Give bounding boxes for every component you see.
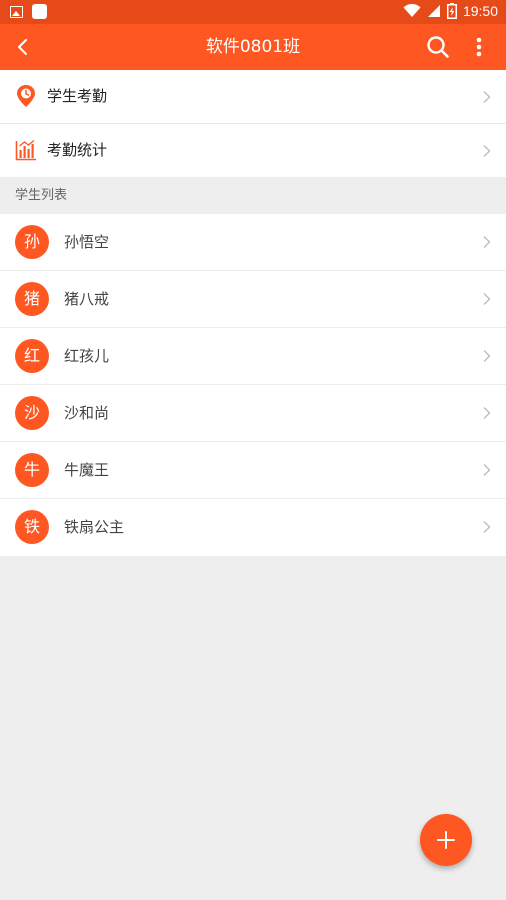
- search-button[interactable]: [426, 35, 450, 59]
- student-row[interactable]: 孙 孙悟空: [0, 214, 506, 271]
- menu-item-label: 考勤统计: [47, 141, 108, 159]
- menu-item-attendance[interactable]: 学生考勤: [0, 70, 506, 124]
- student-row[interactable]: 铁 铁扇公主: [0, 499, 506, 556]
- chevron-right-icon: [483, 464, 491, 476]
- student-list-header: 学生列表: [0, 178, 506, 214]
- status-bar: 19:50: [0, 0, 506, 24]
- status-notifications: [10, 4, 47, 19]
- student-row[interactable]: 牛 牛魔王: [0, 442, 506, 499]
- signal-icon: [427, 5, 440, 17]
- app-notification-icon: [32, 4, 47, 19]
- student-name: 红孩儿: [64, 347, 110, 365]
- avatar: 红: [15, 339, 49, 373]
- menu-item-label: 学生考勤: [47, 87, 108, 105]
- student-name: 沙和尚: [64, 404, 110, 422]
- more-vertical-icon: [476, 37, 482, 57]
- screen: 19:50 软件0801班 学生考勤 考勤统计 学生列表 孙 孙悟空 猪 猪八戒…: [0, 0, 506, 900]
- menu-section: 学生考勤 考勤统计: [0, 70, 506, 177]
- chevron-right-icon: [483, 91, 491, 103]
- menu-item-statistics[interactable]: 考勤统计: [0, 124, 506, 177]
- location-clock-icon: [17, 85, 35, 107]
- avatar: 牛: [15, 453, 49, 487]
- student-row[interactable]: 猪 猪八戒: [0, 271, 506, 328]
- battery-charging-icon: [446, 3, 457, 19]
- bar-chart-icon: [15, 139, 36, 161]
- chevron-right-icon: [483, 145, 491, 157]
- status-time: 19:50: [462, 3, 498, 19]
- add-student-button[interactable]: [420, 814, 472, 866]
- app-bar: 软件0801班: [0, 24, 506, 70]
- chevron-right-icon: [483, 407, 491, 419]
- chevron-right-icon: [483, 293, 491, 305]
- student-name: 牛魔王: [64, 461, 110, 479]
- search-icon: [427, 36, 449, 58]
- student-name: 铁扇公主: [64, 518, 125, 536]
- chevron-right-icon: [483, 521, 491, 533]
- avatar: 沙: [15, 396, 49, 430]
- student-list: 孙 孙悟空 猪 猪八戒 红 红孩儿 沙 沙和尚 牛 牛魔王 铁 铁扇公主: [0, 214, 506, 556]
- chevron-right-icon: [483, 236, 491, 248]
- more-options-button[interactable]: [468, 35, 490, 59]
- student-row[interactable]: 沙 沙和尚: [0, 385, 506, 442]
- avatar: 铁: [15, 510, 49, 544]
- student-name: 猪八戒: [64, 290, 110, 308]
- image-notification-icon: [10, 5, 23, 18]
- wifi-icon: [403, 4, 421, 17]
- section-title: 学生列表: [15, 188, 68, 203]
- avatar: 孙: [15, 225, 49, 259]
- chevron-right-icon: [483, 350, 491, 362]
- avatar: 猪: [15, 282, 49, 316]
- plus-icon: [437, 831, 455, 849]
- student-name: 孙悟空: [64, 233, 110, 251]
- status-system-icons: 19:50: [403, 3, 498, 19]
- student-row[interactable]: 红 红孩儿: [0, 328, 506, 385]
